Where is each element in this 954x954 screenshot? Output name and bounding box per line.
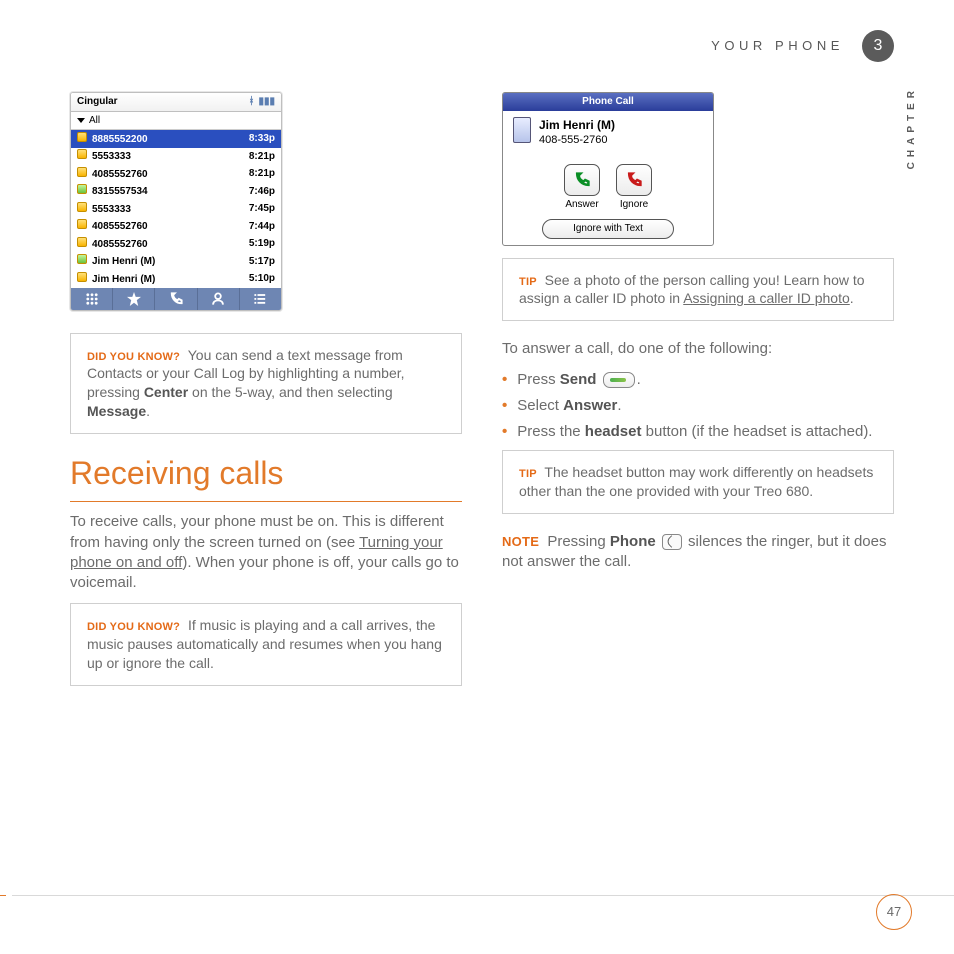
status-icons: ᚼ ▮▮▮ bbox=[248, 95, 275, 109]
contacts-icon bbox=[197, 288, 239, 310]
answer-intro: To answer a call, do one of the followin… bbox=[502, 339, 894, 359]
call-log-row: 55533337:45p bbox=[71, 200, 281, 218]
page-number: 47 bbox=[876, 894, 912, 930]
dropdown-icon bbox=[77, 118, 85, 123]
call-log-row: 83155575347:46p bbox=[71, 183, 281, 201]
list-item: Press Send . bbox=[502, 370, 894, 390]
tip-box: TIP The headset button may work differen… bbox=[502, 450, 894, 514]
call-log-row: Jim Henri (M)5:10p bbox=[71, 270, 281, 288]
page-title: Receiving calls bbox=[70, 452, 462, 502]
call-log-screenshot: Cingular ᚼ ▮▮▮ All 88855522008:33p555333… bbox=[70, 92, 282, 311]
incoming-call-screenshot: Phone Call Jim Henri (M) 408-555-2760 An… bbox=[502, 92, 714, 246]
note-tag: NOTE bbox=[502, 534, 539, 549]
call-log-row: 40855527607:44p bbox=[71, 218, 281, 236]
signal-icon: ▮▮▮ bbox=[258, 95, 275, 109]
call-log-row: 88855522008:33p bbox=[71, 130, 281, 148]
tip-box: TIP See a photo of the person calling yo… bbox=[502, 258, 894, 322]
ignore-with-text-button: Ignore with Text bbox=[542, 219, 674, 239]
list-icon bbox=[239, 288, 281, 310]
did-you-know-box: DID YOU KNOW? You can send a text messag… bbox=[70, 333, 462, 435]
chapter-side-label: CHAPTER bbox=[905, 86, 919, 169]
section-label: YOUR PHONE bbox=[711, 37, 844, 55]
intro-paragraph: To receive calls, your phone must be on.… bbox=[70, 512, 462, 593]
phone-icon bbox=[154, 288, 196, 310]
call-log-row: 40855527608:21p bbox=[71, 165, 281, 183]
caller-number: 408-555-2760 bbox=[539, 133, 615, 148]
carrier-label: Cingular bbox=[77, 95, 118, 109]
phone-button-icon bbox=[662, 534, 682, 550]
list-item: Press the headset button (if the headset… bbox=[502, 422, 894, 442]
tip-tag: TIP bbox=[519, 468, 537, 480]
call-log-row: 55533338:21p bbox=[71, 148, 281, 166]
star-icon bbox=[112, 288, 154, 310]
chapter-badge: 3 bbox=[862, 30, 894, 62]
bottom-tabs bbox=[71, 288, 281, 310]
dialog-title: Phone Call bbox=[503, 93, 713, 111]
tip-tag: TIP bbox=[519, 276, 537, 288]
answer-options: Press Send . Select Answer. Press the he… bbox=[502, 370, 894, 443]
bluetooth-icon: ᚼ bbox=[248, 95, 254, 109]
filter-row: All bbox=[71, 112, 281, 131]
call-log-row: Jim Henri (M)5:17p bbox=[71, 253, 281, 271]
list-item: Select Answer. bbox=[502, 396, 894, 416]
phone-icon bbox=[513, 117, 531, 143]
send-button-icon bbox=[603, 372, 635, 388]
link-caller-id-photo[interactable]: Assigning a caller ID photo bbox=[683, 290, 850, 306]
answer-button: Answer bbox=[564, 164, 600, 212]
dyk-tag: DID YOU KNOW? bbox=[87, 351, 180, 363]
caller-name: Jim Henri (M) bbox=[539, 117, 615, 133]
dyk-tag: DID YOU KNOW? bbox=[87, 621, 180, 633]
did-you-know-box: DID YOU KNOW? If music is playing and a … bbox=[70, 603, 462, 686]
ignore-button: Ignore bbox=[616, 164, 652, 212]
call-log-row: 40855527605:19p bbox=[71, 235, 281, 253]
dialpad-icon bbox=[71, 288, 112, 310]
footer-rule bbox=[0, 895, 954, 896]
note-paragraph: NOTE Pressing Phone silences the ringer,… bbox=[502, 532, 894, 573]
page-header: YOUR PHONE 3 bbox=[70, 30, 894, 62]
